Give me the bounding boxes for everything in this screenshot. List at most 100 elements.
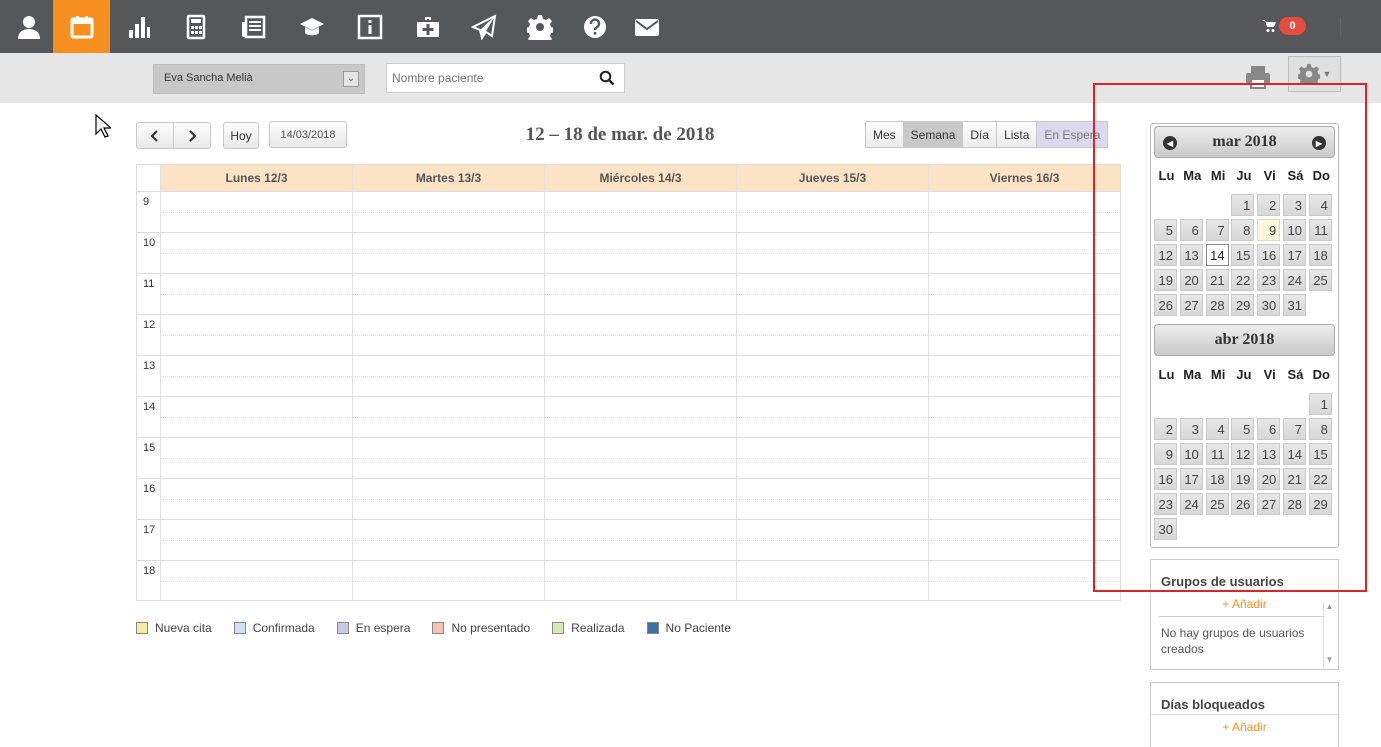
day-cell[interactable]: 30 [1154, 518, 1177, 540]
view-day-button[interactable]: Día [962, 121, 998, 148]
day-cell[interactable]: 2 [1154, 418, 1177, 440]
user-icon[interactable] [0, 0, 57, 53]
day-cell[interactable]: 25 [1205, 493, 1229, 515]
gear-icon[interactable] [511, 0, 568, 53]
day-cell[interactable]: 8 [1308, 418, 1332, 440]
printer-icon[interactable] [1245, 65, 1271, 89]
day-cell[interactable]: 21 [1283, 468, 1306, 490]
day-cell[interactable]: 10 [1283, 219, 1306, 241]
day-cell[interactable]: 18 [1205, 468, 1229, 490]
day-cell[interactable]: 29 [1308, 493, 1332, 515]
day-cell[interactable]: 13 [1257, 443, 1281, 465]
hour-slot-row[interactable]: 12 [137, 314, 1120, 355]
hour-slot-row[interactable]: 17 [137, 519, 1120, 560]
day-cell[interactable]: 11 [1308, 219, 1332, 241]
day-cell[interactable]: 23 [1154, 493, 1177, 515]
day-cell[interactable]: 26 [1231, 493, 1255, 515]
view-waiting-button[interactable]: En Espera [1036, 121, 1109, 148]
hour-slot-row[interactable]: 11 [137, 273, 1120, 314]
day-cell[interactable]: 18 [1308, 244, 1332, 266]
date-picker-field[interactable]: 14/03/2018 [269, 121, 347, 148]
professional-select[interactable]: Eva Sancha Melià ⌄ [153, 64, 365, 94]
day-cell[interactable]: 10 [1179, 443, 1203, 465]
day-cell[interactable]: 12 [1154, 244, 1177, 266]
day-cell[interactable]: 7 [1205, 219, 1229, 241]
hour-slot-row[interactable]: 9 [137, 191, 1120, 232]
day-cell[interactable]: 6 [1179, 219, 1203, 241]
day-cell[interactable]: 27 [1257, 493, 1281, 515]
graduation-cap-icon[interactable] [283, 0, 340, 53]
hour-slot-row[interactable]: 10 [137, 232, 1120, 273]
day-cell[interactable]: 26 [1154, 294, 1177, 316]
day-cell[interactable]: 31 [1283, 294, 1306, 316]
day-cell[interactable]: 8 [1231, 219, 1255, 241]
prev-month-icon[interactable]: ◀ [1163, 136, 1177, 150]
day-cell[interactable]: 9 [1257, 219, 1281, 241]
day-cell[interactable]: 19 [1231, 468, 1255, 490]
view-week-button[interactable]: Semana [902, 121, 964, 148]
today-button[interactable]: Hoy [223, 122, 259, 149]
day-cell[interactable]: 29 [1231, 294, 1255, 316]
envelope-icon[interactable] [618, 0, 675, 53]
day-cell[interactable]: 2 [1257, 194, 1281, 216]
view-month-button[interactable]: Mes [865, 121, 904, 148]
day-cell[interactable]: 5 [1154, 219, 1177, 241]
patient-search-input[interactable] [387, 64, 587, 92]
panel-scrollbar[interactable]: ▲ ▼ [1323, 602, 1335, 668]
day-cell[interactable]: 28 [1205, 294, 1229, 316]
settings-dropdown-button[interactable]: ▼ [1288, 56, 1341, 92]
day-cell[interactable]: 14 [1205, 244, 1229, 266]
day-cell[interactable]: 17 [1179, 468, 1203, 490]
day-cell[interactable]: 17 [1283, 244, 1306, 266]
add-group-link[interactable]: + Añadir [1151, 592, 1338, 611]
calendar-icon[interactable] [53, 0, 110, 53]
add-blocked-day-link[interactable]: + Añadir [1151, 715, 1338, 734]
day-cell[interactable]: 23 [1257, 269, 1281, 291]
next-month-icon[interactable]: ▶ [1312, 136, 1326, 150]
day-cell[interactable]: 21 [1205, 269, 1229, 291]
hour-slot-row[interactable]: 14 [137, 396, 1120, 437]
day-cell[interactable]: 9 [1154, 443, 1177, 465]
day-cell[interactable]: 4 [1308, 194, 1332, 216]
day-cell[interactable]: 12 [1231, 443, 1255, 465]
day-cell[interactable]: 24 [1283, 269, 1306, 291]
next-week-button[interactable] [173, 122, 211, 149]
day-cell[interactable]: 14 [1283, 443, 1306, 465]
day-cell[interactable]: 28 [1283, 493, 1306, 515]
day-cell[interactable]: 19 [1154, 269, 1177, 291]
calculator-icon[interactable] [167, 0, 224, 53]
day-cell[interactable]: 22 [1231, 269, 1255, 291]
day-cell[interactable]: 13 [1179, 244, 1203, 266]
day-cell[interactable]: 7 [1283, 418, 1306, 440]
day-cell[interactable]: 27 [1179, 294, 1203, 316]
question-icon[interactable] [566, 0, 623, 53]
newspaper-icon[interactable] [224, 0, 281, 53]
search-icon[interactable] [599, 70, 615, 86]
day-cell[interactable]: 16 [1154, 468, 1177, 490]
hour-slot-row[interactable]: 13 [137, 355, 1120, 396]
day-cell[interactable]: 5 [1231, 418, 1255, 440]
prev-week-button[interactable] [136, 122, 174, 149]
hour-slot-row[interactable]: 16 [137, 478, 1120, 519]
first-aid-kit-icon[interactable] [399, 0, 456, 53]
cart-button[interactable]: 0 [1262, 17, 1306, 35]
view-list-button[interactable]: Lista [996, 121, 1038, 148]
day-cell[interactable]: 6 [1257, 418, 1281, 440]
day-cell[interactable]: 22 [1308, 468, 1332, 490]
day-cell[interactable]: 30 [1257, 294, 1281, 316]
day-cell[interactable]: 3 [1283, 194, 1306, 216]
day-cell[interactable]: 15 [1231, 244, 1255, 266]
day-cell[interactable]: 24 [1179, 493, 1203, 515]
day-cell[interactable]: 15 [1308, 443, 1332, 465]
day-cell[interactable]: 3 [1179, 418, 1203, 440]
info-icon[interactable] [341, 0, 398, 53]
day-cell[interactable]: 1 [1231, 194, 1255, 216]
hour-slot-row[interactable]: 15 [137, 437, 1120, 478]
bar-chart-icon[interactable] [110, 0, 167, 53]
day-cell[interactable]: 25 [1308, 269, 1332, 291]
day-cell[interactable]: 20 [1257, 468, 1281, 490]
day-cell[interactable]: 1 [1308, 393, 1332, 415]
day-cell[interactable]: 16 [1257, 244, 1281, 266]
hour-slot-row[interactable]: 18 [137, 560, 1120, 601]
day-cell[interactable]: 11 [1205, 443, 1229, 465]
